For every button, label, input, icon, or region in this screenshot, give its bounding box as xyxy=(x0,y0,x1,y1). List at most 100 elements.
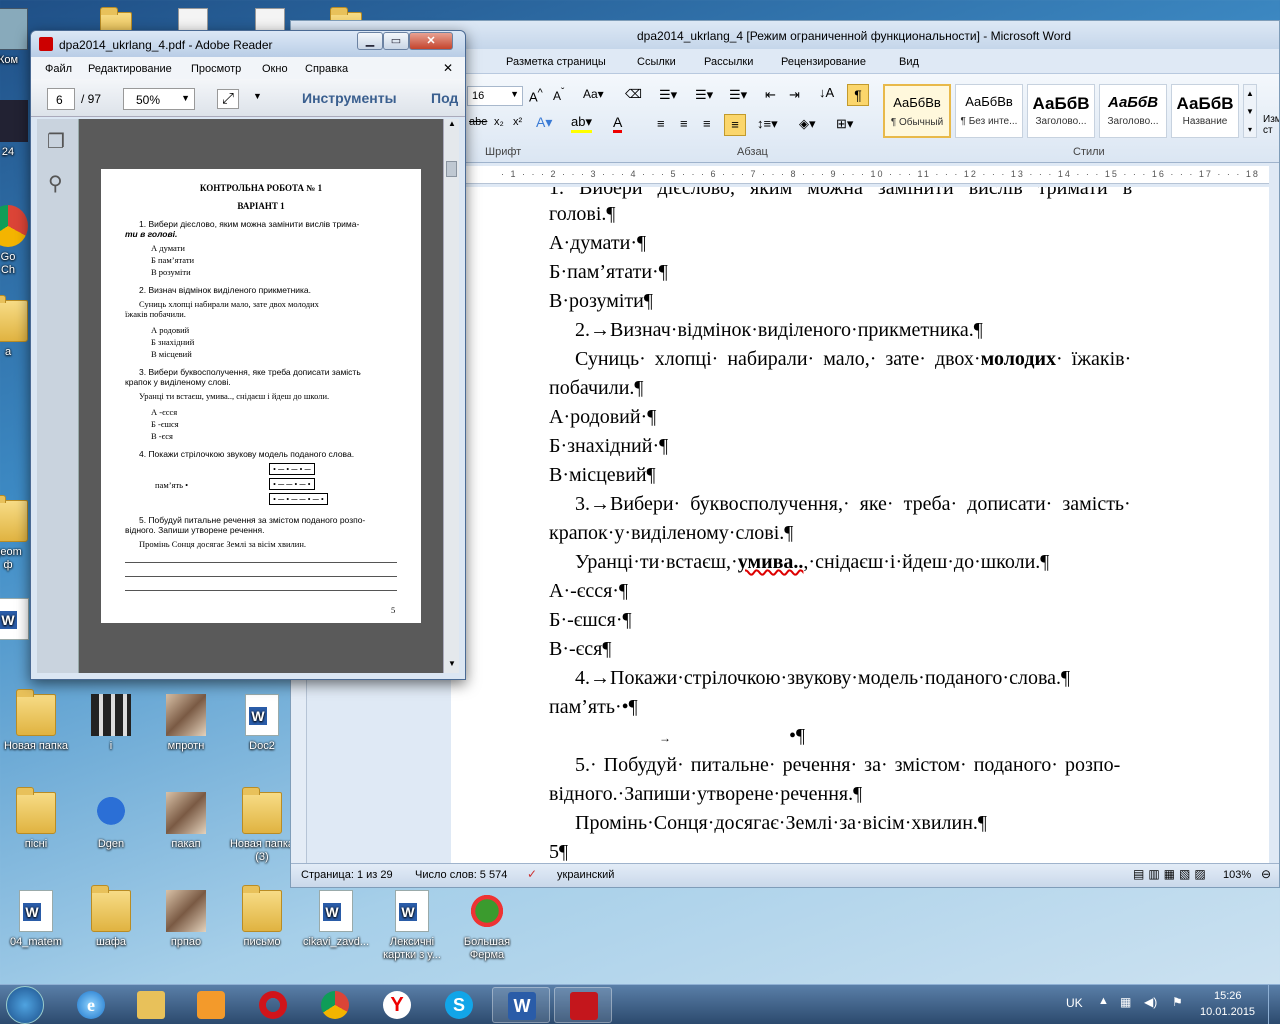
text-effects-icon[interactable]: A▾ xyxy=(536,114,552,131)
taskbar-chrome[interactable] xyxy=(306,987,364,1023)
taskbar-yandex[interactable]: Y xyxy=(368,987,426,1023)
zoom-level[interactable]: 103% xyxy=(1223,869,1251,881)
show-desktop-button[interactable] xyxy=(1268,985,1280,1024)
menu-edit[interactable]: Редактирование xyxy=(88,63,172,75)
word-count[interactable]: Число слов: 5 574 xyxy=(415,869,507,881)
pdf-viewer[interactable]: КОНТРОЛЬНА РОБОТА № 1 ВАРІАНТ 1 1. Вибер… xyxy=(79,119,443,673)
tab-mailings[interactable]: Рассылки xyxy=(704,56,753,68)
decrease-indent-icon[interactable]: ⇤ xyxy=(765,87,776,103)
desktop-icon-new-folder[interactable]: Новая папка xyxy=(0,689,74,753)
tab-review[interactable]: Рецензирование xyxy=(781,56,866,68)
adobe-reader-window[interactable]: dpa2014_ukrlang_4.pdf - Adobe Reader ▁ ▭… xyxy=(30,30,466,680)
font-size-box[interactable]: 16 ▼ xyxy=(467,86,523,106)
tray-arrow-icon[interactable]: ▲ xyxy=(1098,995,1109,1007)
taskbar-media-player[interactable] xyxy=(182,987,240,1023)
desktop-icon-cikavi[interactable]: cikavi_zavd... xyxy=(298,890,374,949)
menu-file[interactable]: Файл xyxy=(45,63,72,75)
attachments-icon[interactable]: ⚲ xyxy=(48,171,63,196)
taskbar-adobe-reader[interactable] xyxy=(554,987,612,1023)
clock-time[interactable]: 15:26 xyxy=(1214,990,1242,1002)
style-heading-2[interactable]: АаБбВ Заголово... xyxy=(1099,84,1167,138)
align-left-icon[interactable]: ≡ xyxy=(657,116,665,131)
menu-window[interactable]: Окно xyxy=(262,63,288,75)
align-center-icon[interactable]: ≡ xyxy=(680,116,688,131)
grow-font-icon[interactable]: A^ xyxy=(529,87,543,104)
desktop-icon-doc2[interactable]: Doc2 xyxy=(224,694,300,753)
show-marks-button[interactable]: ¶ xyxy=(847,84,869,106)
shading-icon[interactable]: ◈▾ xyxy=(799,116,816,132)
highlight-icon[interactable]: ab▾ xyxy=(571,114,592,133)
style-title[interactable]: АаБбВ Название xyxy=(1171,84,1239,138)
scroll-down-icon[interactable]: ▼ xyxy=(448,659,456,668)
page-number-input[interactable]: 6 xyxy=(47,88,75,110)
tab-page-layout[interactable]: Разметка страницы xyxy=(506,56,606,68)
borders-icon[interactable]: ⊞▾ xyxy=(836,116,853,132)
scroll-up-icon[interactable]: ▲ xyxy=(448,119,456,128)
numbering-icon[interactable]: ☰▾ xyxy=(695,87,713,103)
view-buttons[interactable]: ▤▥▦▧▨ xyxy=(1133,867,1210,881)
tab-view[interactable]: Вид xyxy=(899,56,919,68)
desktop-icon-04-matem[interactable]: 04_matem xyxy=(0,890,74,949)
change-case-icon[interactable]: Aa▾ xyxy=(583,87,604,101)
subscript-icon[interactable]: x₂ xyxy=(494,116,504,128)
desktop-icon-pysmo[interactable]: письмо xyxy=(224,885,300,949)
sort-icon[interactable]: ↓A xyxy=(819,85,834,100)
style-heading-1[interactable]: АаБбВ Заголово... xyxy=(1027,84,1095,138)
flag-icon[interactable]: ⚑ xyxy=(1172,995,1183,1009)
clock-date[interactable]: 10.01.2015 xyxy=(1200,1006,1255,1018)
close-doc-icon[interactable]: ✕ xyxy=(443,61,453,75)
scroll-thumb[interactable] xyxy=(446,161,457,177)
clear-formatting-icon[interactable]: ⌫ xyxy=(625,87,642,101)
taskbar-explorer[interactable] xyxy=(122,987,180,1023)
maximize-button[interactable]: ▭ xyxy=(383,32,409,50)
language-indicator[interactable]: UK xyxy=(1066,996,1083,1010)
increase-indent-icon[interactable]: ⇥ xyxy=(789,87,800,103)
desktop-icon-shafa[interactable]: шафа xyxy=(73,885,149,949)
sign-button[interactable]: Под xyxy=(431,90,458,106)
desktop-icon-leksychni[interactable]: Лексичні картки з у... xyxy=(374,890,450,962)
desktop-icon-pisni[interactable]: пісні xyxy=(0,787,74,851)
volume-icon[interactable]: ◀) xyxy=(1144,995,1157,1009)
justify-button[interactable]: ≡ xyxy=(724,114,746,136)
start-button[interactable] xyxy=(6,986,44,1024)
taskbar-skype[interactable]: S xyxy=(430,987,488,1023)
desktop-icon-bigfarm[interactable]: Большая Ферма xyxy=(449,890,525,962)
line-spacing-icon[interactable]: ↕≡▾ xyxy=(757,116,778,132)
desktop-icon-pakap[interactable]: пакап xyxy=(148,792,224,851)
horizontal-ruler[interactable]: · 1 · · · 2 · · · 3 · · · 4 · · · 5 · · … xyxy=(451,166,1269,184)
minimize-button[interactable]: ▁ xyxy=(357,32,383,50)
menu-view[interactable]: Просмотр xyxy=(191,63,241,75)
font-color-icon[interactable]: A xyxy=(613,114,623,133)
toolbar-more-icon[interactable]: ▼ xyxy=(253,91,262,101)
style-no-spacing[interactable]: АаБбВв ¶ Без инте... xyxy=(955,84,1023,138)
page-count[interactable]: Страница: 1 из 29 xyxy=(301,869,393,881)
zoom-out-icon[interactable]: ⊖ xyxy=(1261,867,1271,881)
close-button[interactable]: ✕ xyxy=(409,32,453,50)
reader-titlebar[interactable]: dpa2014_ukrlang_4.pdf - Adobe Reader ▁ ▭… xyxy=(31,31,465,57)
multilevel-list-icon[interactable]: ☰▾ xyxy=(729,87,747,103)
superscript-icon[interactable]: x² xyxy=(513,116,522,128)
styles-scroll[interactable]: ▲ ▼ ▾ xyxy=(1243,84,1257,138)
strikethrough-icon[interactable]: abe xyxy=(469,116,487,128)
reader-scrollbar[interactable]: ▲ ▼ xyxy=(443,119,459,673)
tab-references[interactable]: Ссылки xyxy=(637,56,676,68)
document-page[interactable]: 1. Вибери дієслово, яким можна замінити … xyxy=(451,187,1269,863)
taskbar-ie[interactable]: e xyxy=(62,987,120,1023)
desktop-icon-new-folder-3[interactable]: Новая папка (3) xyxy=(224,787,300,864)
align-right-icon[interactable]: ≡ xyxy=(703,116,711,131)
zoom-select[interactable]: 50% ▼ xyxy=(123,88,195,110)
proofing-icon[interactable]: ✓ xyxy=(527,867,537,881)
desktop-icon-i[interactable]: і xyxy=(73,694,149,753)
pages-panel-icon[interactable]: ❐ xyxy=(47,129,65,154)
change-styles-label[interactable]: Изм ст xyxy=(1263,114,1279,136)
shrink-font-icon[interactable]: Aˇ xyxy=(553,87,564,103)
desktop-icon-mprotn[interactable]: мпротн xyxy=(148,694,224,753)
tools-button[interactable]: Инструменты xyxy=(302,90,397,106)
menu-help[interactable]: Справка xyxy=(305,63,348,75)
taskbar-opera[interactable] xyxy=(244,987,302,1023)
fit-page-icon[interactable]: ⤢ xyxy=(217,89,239,109)
network-icon[interactable]: ▦ xyxy=(1120,995,1131,1009)
desktop-icon-dgen[interactable]: Dgen xyxy=(73,792,149,851)
bullets-icon[interactable]: ☰▾ xyxy=(659,87,677,103)
taskbar-word[interactable]: W xyxy=(492,987,550,1023)
